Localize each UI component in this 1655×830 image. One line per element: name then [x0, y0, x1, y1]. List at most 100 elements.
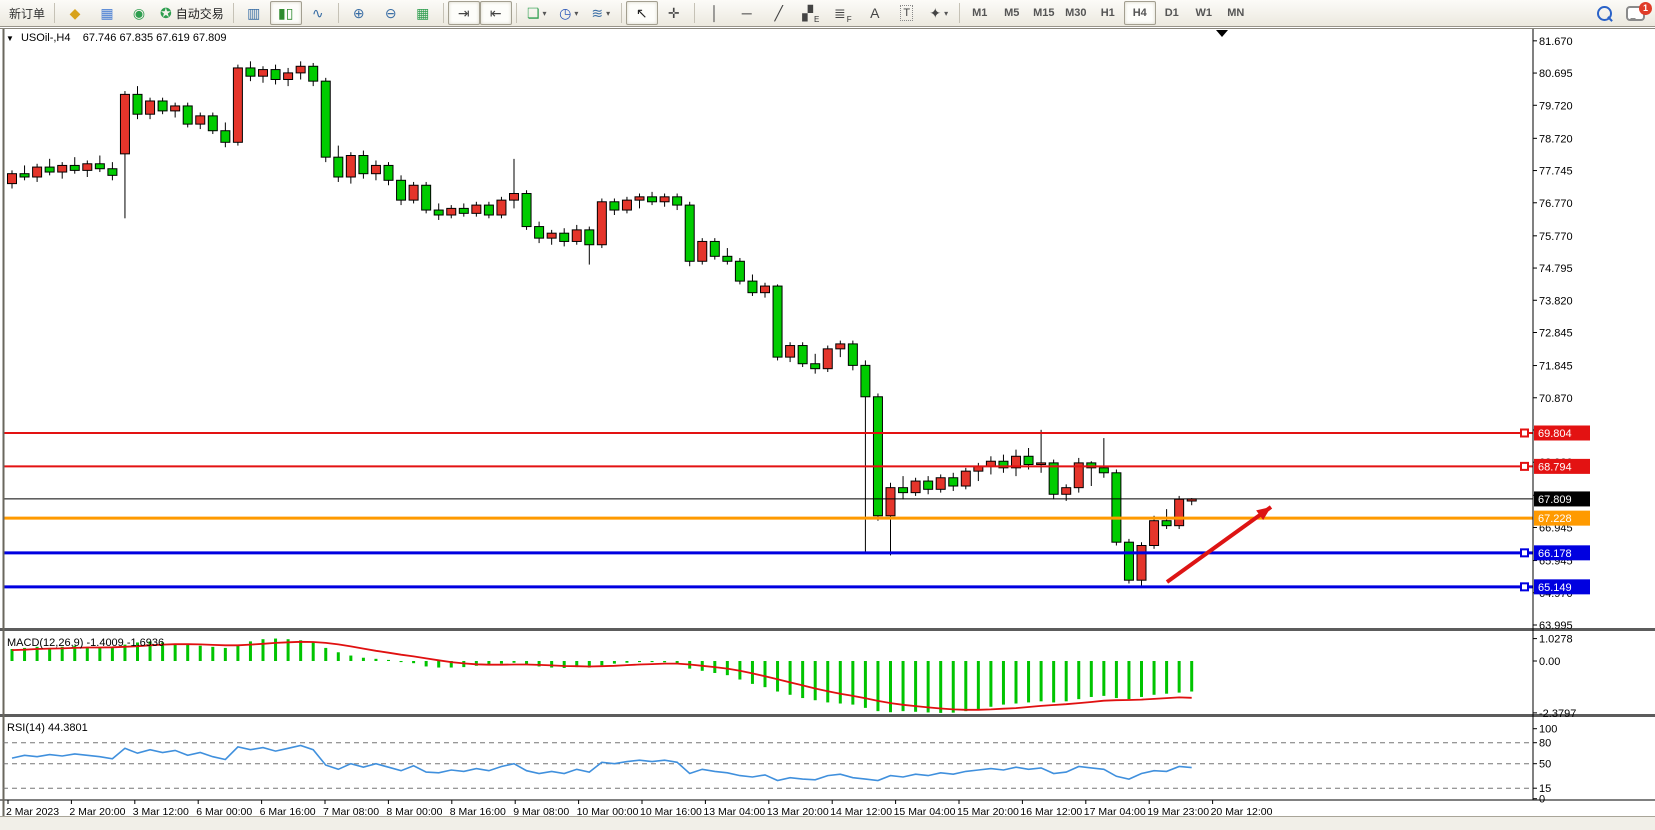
line-end-marker[interactable] — [1521, 583, 1528, 590]
macd-histogram-bar — [1052, 661, 1055, 702]
time-tick-label: 17 Mar 04:00 — [1084, 806, 1146, 816]
candlestick-chart-icon[interactable]: ▮▯ — [270, 1, 302, 25]
candle — [246, 68, 255, 76]
candle — [1175, 499, 1184, 525]
candle — [359, 156, 368, 174]
templates-icon: ≋ — [591, 6, 603, 20]
icon-sub-letter: F — [847, 15, 852, 24]
chart-window-icon[interactable]: ◆ — [59, 1, 91, 25]
auto-trading-button[interactable]: ✪自动交易 — [155, 1, 229, 25]
macd-axis-label: 1.0278 — [1539, 634, 1573, 646]
macd-histogram-bar — [563, 661, 566, 668]
new-chart-icon[interactable]: ❏▾ — [521, 1, 553, 25]
candle — [271, 70, 280, 80]
timeframe-mn-button[interactable]: MN — [1220, 1, 1252, 25]
ohlc-values: 67.746 67.835 67.619 67.809 — [83, 32, 227, 44]
crosshair-icon[interactable]: ✛ — [658, 1, 690, 25]
line-end-marker[interactable] — [1521, 549, 1528, 556]
price-tick-label: 78.720 — [1539, 133, 1573, 145]
timeframe-m1-button[interactable]: M1 — [964, 1, 996, 25]
time-axis[interactable]: 2 Mar 20232 Mar 20:003 Mar 12:006 Mar 00… — [6, 800, 1273, 816]
timeframe-d1-button[interactable]: D1 — [1156, 1, 1188, 25]
time-tick-label: 3 Mar 12:00 — [133, 806, 189, 816]
text-icon[interactable]: A — [859, 1, 891, 25]
horizontal-lines[interactable] — [3, 433, 1533, 587]
chart-shift-marker[interactable] — [1216, 30, 1228, 37]
tile-windows-icon[interactable]: ▦ — [407, 1, 439, 25]
zoom-in-icon[interactable]: ⊕ — [343, 1, 375, 25]
toolbar-separator — [338, 3, 339, 23]
timeframe-m15-button[interactable]: M15 — [1028, 1, 1060, 25]
price-badge-label: 66.178 — [1538, 548, 1572, 560]
equidistant-channel-icon: ▞ — [802, 6, 813, 20]
rsi-pane: 1008050150 — [3, 724, 1557, 806]
macd-histogram-bar — [1153, 661, 1156, 695]
auto-scroll-icon[interactable]: ⇥ — [448, 1, 480, 25]
candle — [346, 156, 355, 177]
chart-shift-icon[interactable]: ⇤ — [480, 1, 512, 25]
candle — [1112, 473, 1121, 542]
macd-histogram-bar — [876, 661, 879, 711]
candle — [761, 286, 770, 293]
window-menu-icon[interactable]: ▼ — [6, 34, 14, 43]
macd-histogram-bar — [914, 661, 917, 712]
candle — [685, 205, 694, 261]
price-tick-label: 77.745 — [1539, 166, 1573, 178]
candle — [1062, 488, 1071, 495]
candle — [83, 164, 92, 171]
candle — [309, 66, 318, 81]
timeframe-m30-button[interactable]: M30 — [1060, 1, 1092, 25]
timeframe-h1-button[interactable]: H1 — [1092, 1, 1124, 25]
chart-canvas[interactable]: 81.67080.69579.72078.72077.74576.77075.7… — [0, 28, 1655, 816]
periods-icon[interactable]: ◷▾ — [553, 1, 585, 25]
macd-histogram-bar — [513, 661, 516, 663]
candle — [484, 205, 493, 215]
horizontal-line-icon[interactable]: ─ — [731, 1, 763, 25]
new-order-button[interactable]: 新订单 — [4, 1, 50, 25]
candle — [8, 174, 17, 184]
auto-trading-button-label: 自动交易 — [176, 5, 224, 22]
macd-histogram-bar — [262, 639, 265, 661]
alerts-icon[interactable]: ◉ — [123, 1, 155, 25]
chevron-down-icon[interactable]: ▾ — [543, 9, 547, 18]
templates-icon[interactable]: ≋▾ — [585, 1, 617, 25]
vertical-line-icon[interactable]: │ — [699, 1, 731, 25]
macd-histogram-bar — [764, 661, 767, 687]
macd-histogram-bar — [1140, 661, 1143, 697]
fibonacci-icon[interactable]: ≣F — [827, 1, 859, 25]
text-label-icon[interactable]: T — [891, 1, 923, 25]
line-end-marker[interactable] — [1521, 430, 1528, 437]
candle — [1099, 468, 1108, 473]
timeframe-m5-button[interactable]: M5 — [996, 1, 1028, 25]
price-axis[interactable]: 81.67080.69579.72078.72077.74576.77075.7… — [1533, 36, 1573, 632]
timeframe-h4-button[interactable]: H4 — [1124, 1, 1156, 25]
chevron-down-icon[interactable]: ▾ — [606, 9, 610, 18]
zoom-out-icon[interactable]: ⊖ — [375, 1, 407, 25]
candle — [472, 205, 481, 213]
price-tick-label: 79.720 — [1539, 100, 1573, 112]
macd-histogram-bar — [1102, 661, 1105, 696]
cursor-icon[interactable]: ↖ — [626, 1, 658, 25]
time-tick-label: 8 Mar 00:00 — [386, 806, 442, 816]
arrows-icon[interactable]: ✦▾ — [923, 1, 955, 25]
macd-histogram-bar — [48, 648, 51, 661]
rsi-indicator-label: RSI(14) 44.3801 — [7, 722, 88, 734]
trendline-icon[interactable]: ╱ — [763, 1, 795, 25]
line-end-marker[interactable] — [1521, 463, 1528, 470]
profile-icon[interactable]: ▦ — [91, 1, 123, 25]
line-chart-icon[interactable]: ∿ — [302, 1, 334, 25]
price-tick-label: 70.870 — [1539, 393, 1573, 405]
candle — [95, 164, 104, 169]
chevron-down-icon[interactable]: ▾ — [944, 9, 948, 18]
search-icon[interactable] — [1597, 6, 1612, 21]
equidistant-channel-icon[interactable]: ▞E — [795, 1, 827, 25]
macd-histogram-bar — [814, 661, 817, 700]
macd-histogram-bar — [889, 661, 892, 712]
vertical-line-icon: │ — [710, 6, 719, 20]
timeframe-w1-button[interactable]: W1 — [1188, 1, 1220, 25]
macd-histogram-bar — [349, 656, 352, 661]
bar-chart-icon[interactable]: ▥ — [238, 1, 270, 25]
macd-histogram-bar — [98, 648, 101, 661]
chat-icon[interactable]: 1 — [1626, 6, 1645, 21]
chevron-down-icon[interactable]: ▾ — [574, 9, 578, 18]
